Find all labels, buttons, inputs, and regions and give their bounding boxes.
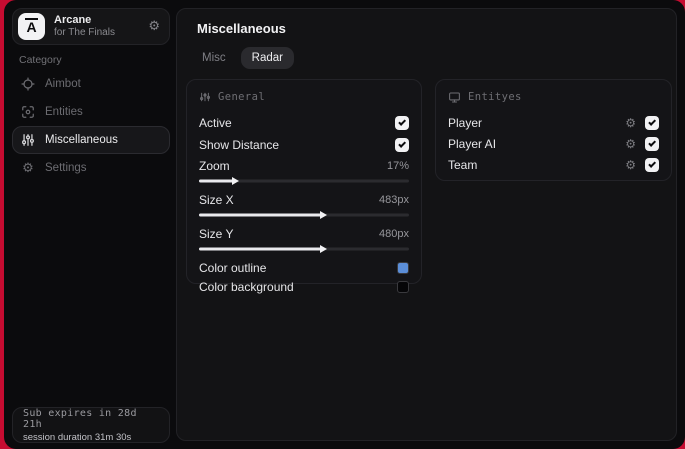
sidebar-item-settings[interactable]: ⚙ Settings — [12, 154, 170, 182]
size-y-slider[interactable] — [199, 244, 409, 254]
team-gear-icon[interactable]: ⚙ — [625, 159, 636, 171]
slider-fill — [199, 247, 323, 251]
monitor-icon — [449, 92, 460, 102]
entity-label: Team — [448, 157, 478, 172]
player-ai-checkbox[interactable] — [645, 136, 659, 151]
slider-fill — [199, 179, 235, 183]
check-icon — [397, 118, 406, 126]
sub-expires-text: Sub expires in 28d 21h — [23, 407, 137, 430]
size-y-slider-labels: Size Y 480px — [199, 224, 409, 244]
slider-thumb[interactable] — [231, 177, 239, 185]
toggle-row-show-distance: Show Distance — [199, 134, 409, 156]
check-icon — [647, 138, 656, 147]
app-logo: A — [18, 13, 45, 40]
player-gear-icon[interactable]: ⚙ — [625, 117, 636, 129]
toggle-row-active: Active — [199, 112, 409, 134]
team-checkbox[interactable] — [645, 157, 659, 172]
general-panel: General Active Show Distance Zoom 17% Si… — [186, 79, 422, 294]
check-icon — [647, 117, 656, 126]
app-subtitle: for The Finals — [54, 27, 115, 39]
tab-misc[interactable]: Misc — [191, 47, 237, 69]
main-panel: Miscellaneous Misc Radar General Active … — [176, 8, 677, 441]
entity-label: Player AI — [448, 136, 497, 151]
slider-fill — [199, 213, 323, 217]
toggle-label: Active — [199, 116, 232, 130]
sidebar-item-label: Entities — [45, 106, 83, 118]
sidebar-item-label: Settings — [45, 162, 87, 174]
entity-row-team: Team ⚙ — [448, 154, 659, 175]
size-x-slider-labels: Size X 483px — [199, 190, 409, 210]
entity-row-player: Player ⚙ — [448, 112, 659, 133]
sidebar-item-miscellaneous[interactable]: Miscellaneous — [12, 126, 170, 154]
show-distance-checkbox[interactable] — [395, 138, 409, 152]
entity-label: Player — [448, 115, 483, 130]
entity-row-player-ai: Player AI ⚙ — [448, 133, 659, 154]
color-outline-swatch[interactable] — [397, 261, 409, 274]
color-outline-row: Color outline — [199, 258, 409, 277]
page-title: Miscellaneous — [197, 21, 286, 36]
color-background-row: Color background — [199, 277, 409, 296]
color-label: Color outline — [199, 260, 267, 275]
session-duration-text: session duration 31m 30s — [23, 431, 132, 443]
scan-icon — [21, 105, 35, 119]
entities-panel-header: Entityes — [448, 90, 659, 104]
zoom-slider[interactable] — [199, 176, 409, 186]
tab-radar[interactable]: Radar — [240, 47, 294, 69]
sidebar-item-aimbot[interactable]: Aimbot — [12, 70, 170, 98]
brand-text: Arcane for The Finals — [54, 14, 139, 38]
zoom-slider-labels: Zoom 17% — [199, 156, 409, 176]
sidebar-nav: Aimbot Entities Miscellaneous ⚙ Settings — [12, 70, 170, 182]
sidebar: A Arcane for The Finals ⚙ Category Aimbo… — [4, 0, 176, 449]
app-window: A Arcane for The Finals ⚙ Category Aimbo… — [4, 0, 685, 449]
general-panel-header: General — [199, 90, 409, 104]
slider-value: 480px — [379, 228, 409, 240]
toggle-label: Show Distance — [199, 138, 280, 152]
gear-icon: ⚙ — [22, 160, 34, 176]
general-panel-title: General — [218, 91, 266, 103]
brand-card: A Arcane for The Finals ⚙ — [12, 8, 170, 45]
slider-label: Size X — [199, 193, 234, 207]
sidebar-item-entities[interactable]: Entities — [12, 98, 170, 126]
category-label: Category — [19, 54, 62, 66]
sidebar-item-label: Aimbot — [45, 78, 81, 90]
logo-letter: A — [26, 18, 37, 35]
app-title: Arcane — [54, 14, 92, 27]
player-ai-gear-icon[interactable]: ⚙ — [625, 138, 636, 150]
sliders-icon — [21, 133, 35, 147]
active-checkbox[interactable] — [395, 116, 409, 130]
size-x-slider[interactable] — [199, 210, 409, 220]
slider-value: 17% — [386, 160, 409, 172]
slider-label: Size Y — [199, 227, 234, 241]
check-icon — [397, 140, 406, 148]
slider-thumb[interactable] — [319, 245, 327, 253]
mini-sliders-icon — [200, 92, 210, 102]
tab-bar: Misc Radar — [191, 47, 294, 69]
check-icon — [647, 159, 656, 168]
slider-thumb[interactable] — [319, 211, 327, 219]
color-label: Color background — [199, 279, 294, 294]
slider-label: Zoom — [199, 159, 230, 173]
player-checkbox[interactable] — [645, 115, 659, 130]
entities-panel: Entityes Player ⚙ Player AI ⚙ Team ⚙ — [435, 79, 672, 181]
sidebar-item-label: Miscellaneous — [45, 134, 118, 146]
entities-panel-title: Entityes — [468, 91, 522, 103]
brand-gear-icon[interactable]: ⚙ — [148, 20, 160, 33]
crosshair-icon — [21, 77, 35, 91]
subscription-card: Sub expires in 28d 21h session duration … — [12, 407, 170, 443]
color-background-swatch[interactable] — [397, 280, 409, 293]
slider-value: 483px — [379, 194, 409, 206]
